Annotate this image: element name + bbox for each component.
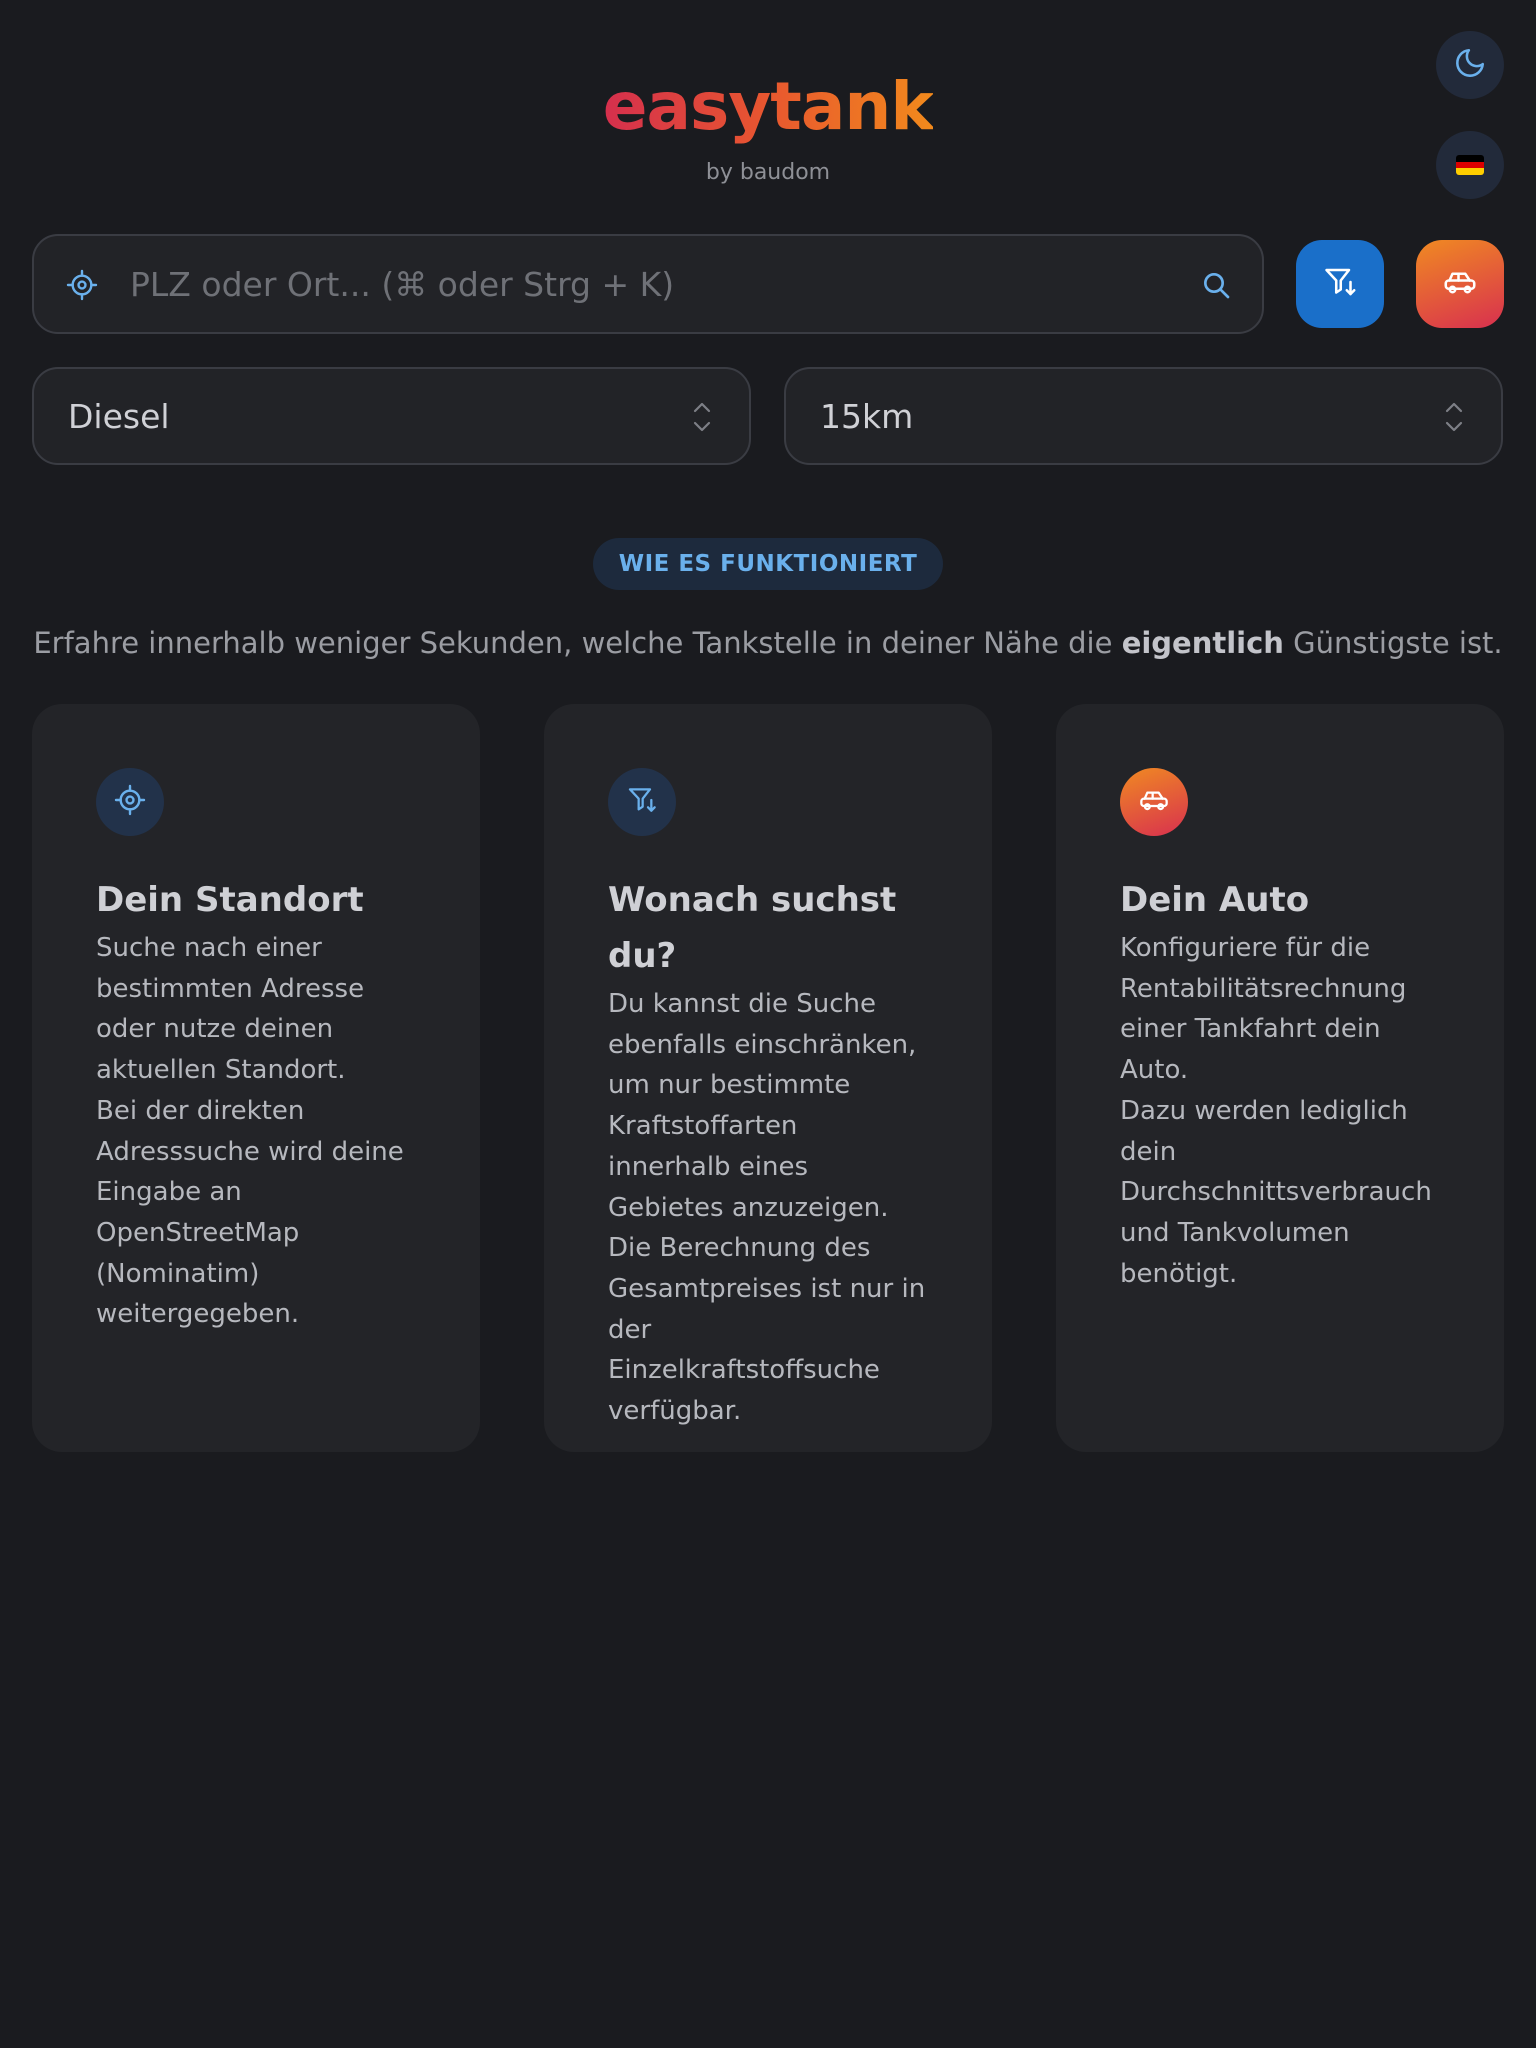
card-location: Dein Standort Suche nach einer bestimmte… [32, 704, 480, 1452]
tagline-emphasis: eigentlich [1121, 626, 1284, 660]
card-icon-wrap [1120, 768, 1188, 836]
card-title: Dein Auto [1120, 880, 1310, 920]
crosshair-icon [114, 784, 146, 820]
filter-button[interactable] [1296, 240, 1384, 328]
card-car: Dein Auto Konfiguriere für die Rentabili… [1056, 704, 1504, 1452]
search-icon[interactable] [1200, 269, 1232, 305]
filter-icon [626, 784, 658, 820]
card-title: Wonach suchst du? [608, 880, 897, 976]
crosshair-icon[interactable] [66, 269, 98, 305]
search-bar [32, 234, 1264, 334]
card-icon-wrap [608, 768, 676, 836]
car-icon [1138, 784, 1170, 820]
byline: by baudom [705, 160, 831, 185]
how-it-works-wrap: WIE ES FUNKTIONIERT [0, 538, 1536, 590]
card-search-filter: Wonach suchst du? Du kannst die Suche eb… [544, 704, 992, 1452]
card-text: Die Berechnung des Gesamtpreises ist nur… [608, 1233, 926, 1427]
car-icon [1442, 264, 1478, 304]
tagline: Erfahre innerhalb weniger Sekunden, welc… [0, 626, 1536, 660]
card-text: Dazu werden lediglich dein Durchschnitts… [1120, 1095, 1432, 1289]
chevron-up-down-icon [1443, 399, 1465, 439]
header: easytank by baudom [0, 62, 1536, 185]
car-settings-button[interactable] [1416, 240, 1504, 328]
page: easytank by baudom PLZ oder Ort... (⌘ od… [0, 0, 1536, 2048]
card-text: Du kannst die Suche ebenfalls einschränk… [608, 989, 917, 1223]
app-logo[interactable]: easytank [603, 62, 935, 152]
card-text: Konfiguriere für die Rentabilitätsrechnu… [1120, 933, 1407, 1086]
search-input[interactable] [130, 258, 1170, 310]
card-text: Suche nach einer bestimmten Adresse oder… [96, 933, 365, 1086]
fuel-type-value: Diesel [68, 396, 170, 436]
radius-value: 15km [820, 396, 914, 436]
card-title: Dein Standort [96, 880, 364, 920]
tagline-text-before: Erfahre innerhalb weniger Sekunden, welc… [33, 626, 1122, 660]
tagline-text-after: Günstigste ist. [1283, 626, 1503, 660]
how-it-works-badge: WIE ES FUNKTIONIERT [592, 538, 944, 590]
fuel-type-select[interactable]: Diesel [32, 367, 751, 465]
radius-select[interactable]: 15km [784, 367, 1503, 465]
filter-icon [1322, 264, 1358, 304]
chevron-up-down-icon [691, 399, 713, 439]
card-icon-wrap [96, 768, 164, 836]
card-text: Bei der direkten Adresssuche wird deine … [96, 1095, 404, 1330]
